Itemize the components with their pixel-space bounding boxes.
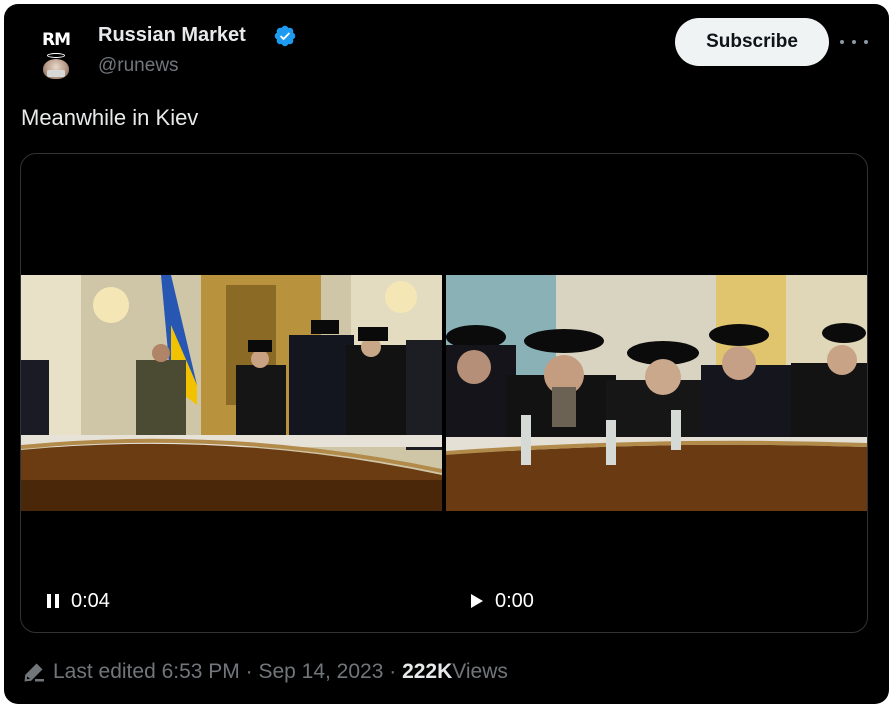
pause-icon[interactable] [47,594,59,608]
video-player-left[interactable] [21,275,442,511]
play-icon[interactable] [471,594,483,608]
edited-timestamp[interactable]: Last edited 6:53 PM · Sep 14, 2023 · [53,660,396,684]
post-metadata: Last edited 6:53 PM · Sep 14, 2023 · 222… [22,660,508,684]
views-label: Views [452,660,508,683]
video-time-right: 0:00 [495,589,534,612]
media-container: 0:04 0:00 [20,153,868,633]
pencil-icon [24,663,44,682]
video-controls-left[interactable]: 0:04 [47,589,110,613]
subscribe-button[interactable]: Subscribe [675,18,829,66]
views-count: 222K [402,660,453,683]
skull-jaw [47,70,65,77]
video-frame-rabbis-table [446,275,867,511]
verified-badge-icon[interactable] [273,24,297,48]
video-time-left: 0:04 [71,589,110,612]
video-player-right[interactable] [446,275,867,511]
video-controls-right[interactable]: 0:00 [471,589,534,613]
post-text: Meanwhile in Kiev [21,105,199,130]
more-horizontal-icon[interactable] [840,32,868,52]
avatar-logo-text: RM [41,30,71,50]
halo-icon [47,53,65,58]
avatar[interactable]: RM [32,28,80,84]
account-handle[interactable]: @runews [98,55,179,77]
video-frame-meeting-room [21,275,442,511]
post-card: RM Russian Market @runews Subscribe Mean… [4,4,889,704]
account-name[interactable]: Russian Market [98,24,246,47]
